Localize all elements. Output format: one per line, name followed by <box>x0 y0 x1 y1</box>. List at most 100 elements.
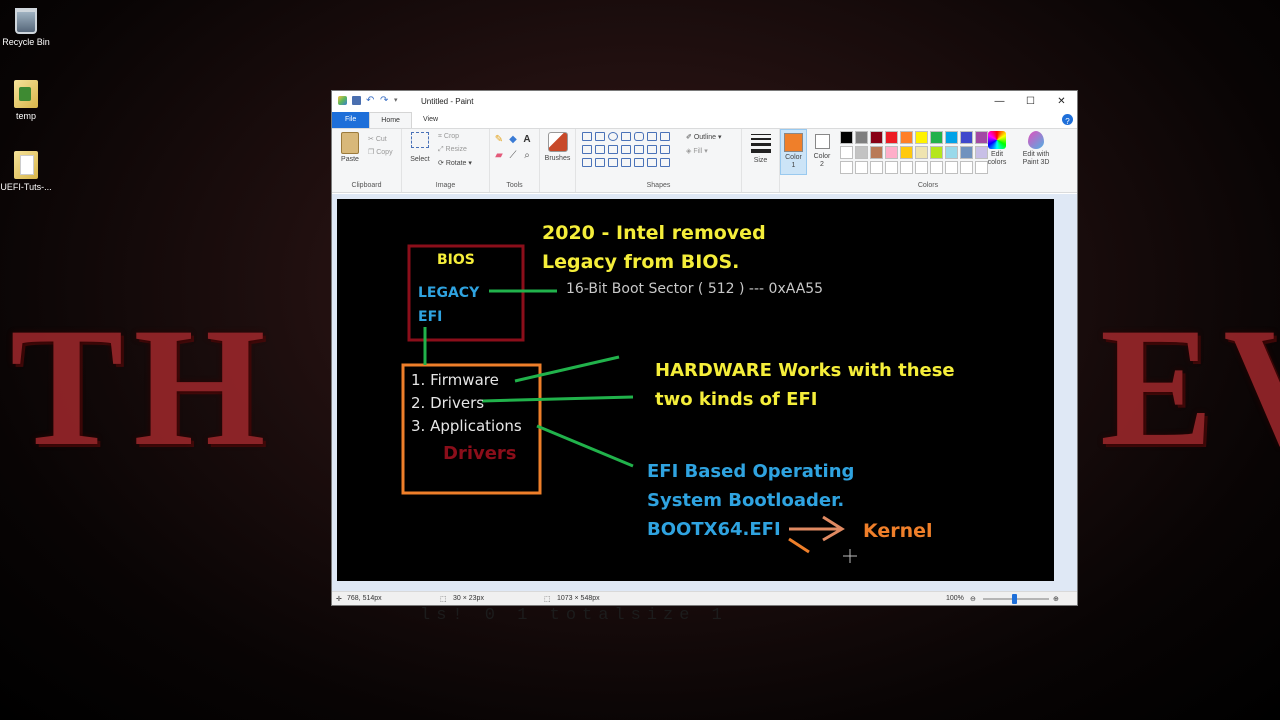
palette-swatch[interactable] <box>870 161 883 174</box>
shape-curve-icon[interactable] <box>595 132 605 141</box>
cursor-crosshair-icon <box>843 549 857 563</box>
palette-swatch[interactable] <box>870 146 883 159</box>
rotate-button[interactable]: ⟳ Rotate ▾ <box>438 159 472 167</box>
shape-arrow-right-icon[interactable] <box>634 145 644 154</box>
palette-swatch[interactable] <box>915 146 928 159</box>
close-button[interactable]: ✕ <box>1046 91 1077 112</box>
palette-swatch[interactable] <box>945 161 958 174</box>
palette-swatch[interactable] <box>855 131 868 144</box>
zoom-in-button[interactable]: ⊕ <box>1053 595 1059 603</box>
palette-swatch[interactable] <box>960 146 973 159</box>
shape-star5-icon[interactable] <box>608 158 618 167</box>
palette-swatch[interactable] <box>855 161 868 174</box>
image-group-label: Image <box>435 182 456 189</box>
palette-swatch[interactable] <box>930 146 943 159</box>
select-button[interactable]: Select <box>409 132 431 163</box>
shape-rounded-rectangle-icon[interactable] <box>634 132 644 141</box>
palette-swatch[interactable] <box>840 161 853 174</box>
save-icon[interactable] <box>352 96 361 105</box>
palette-swatch[interactable] <box>900 161 913 174</box>
shape-star6-icon[interactable] <box>621 158 631 167</box>
zoom-slider-thumb[interactable] <box>1012 594 1017 604</box>
palette-swatch[interactable] <box>930 131 943 144</box>
shape-triangle-icon[interactable] <box>660 132 670 141</box>
folder-icon <box>14 80 38 108</box>
palette-swatch[interactable] <box>885 131 898 144</box>
palette-swatch[interactable] <box>870 131 883 144</box>
maximize-button[interactable]: ☐ <box>1015 91 1046 112</box>
copy-button[interactable]: ❐ Copy <box>368 148 393 156</box>
edit-colors-button[interactable]: Edit colors <box>983 131 1011 167</box>
brushes-group[interactable]: Brushes <box>540 129 576 192</box>
uefi-tuts-desktop-icon[interactable]: UEFI-Tuts-... <box>0 151 52 192</box>
palette-swatch[interactable] <box>885 161 898 174</box>
text-tool-icon[interactable]: A <box>520 134 534 150</box>
redo-icon[interactable]: ↷ <box>380 96 389 106</box>
tab-view[interactable]: View <box>412 112 449 128</box>
fill-button[interactable]: ◈ Fill ▾ <box>686 147 708 155</box>
customize-toolbar-icon[interactable]: ▾ <box>394 96 403 105</box>
undo-icon[interactable]: ↶ <box>366 96 375 106</box>
palette-swatch[interactable] <box>915 131 928 144</box>
palette-swatch[interactable] <box>960 161 973 174</box>
shape-callout-oval-icon[interactable] <box>647 158 657 167</box>
color-palette <box>840 131 989 175</box>
eraser-icon[interactable]: ▰ <box>492 150 506 166</box>
fill-bucket-icon[interactable]: ◆ <box>506 134 520 150</box>
shape-heart-icon[interactable] <box>660 158 670 167</box>
paste-button[interactable]: Paste <box>339 132 361 163</box>
recycle-bin-desktop-icon[interactable]: Recycle Bin <box>0 8 52 47</box>
color2-button[interactable]: Color 2 <box>809 129 835 175</box>
canvas-area[interactable]: 2020 - Intel removed Legacy from BIOS. B… <box>332 194 1077 591</box>
resize-button[interactable]: ⤢ Resize <box>438 146 467 154</box>
cut-button[interactable]: ✂ Cut <box>368 135 387 143</box>
drawing-canvas[interactable]: 2020 - Intel removed Legacy from BIOS. B… <box>337 199 1054 581</box>
wallpaper-title-left: TH <box>10 293 276 481</box>
shape-polygon-icon[interactable] <box>647 132 657 141</box>
outline-button[interactable]: ✐ Outline ▾ <box>686 133 721 141</box>
zoom-out-button[interactable]: ⊖ <box>970 595 976 603</box>
palette-swatch[interactable] <box>840 146 853 159</box>
palette-swatch[interactable] <box>885 146 898 159</box>
size-group[interactable]: Size <box>742 129 780 192</box>
paint3d-icon <box>1028 131 1044 149</box>
palette-swatch[interactable] <box>855 146 868 159</box>
palette-swatch[interactable] <box>930 161 943 174</box>
palette-swatch[interactable] <box>960 131 973 144</box>
brush-icon <box>548 132 568 152</box>
palette-swatch[interactable] <box>915 161 928 174</box>
status-bar: ✛ 768, 514px ⬚ 30 × 23px ⬚ 1073 × 548px … <box>332 591 1077 605</box>
magnifier-icon[interactable]: ⌕ <box>520 150 534 166</box>
shape-diamond-icon[interactable] <box>595 145 605 154</box>
shape-arrow-up-icon[interactable] <box>660 145 670 154</box>
palette-swatch[interactable] <box>945 131 958 144</box>
shape-line-icon[interactable] <box>582 132 592 141</box>
palette-swatch[interactable] <box>900 146 913 159</box>
crop-button[interactable]: ⌗ Crop <box>438 133 459 141</box>
shape-star4-icon[interactable] <box>595 158 605 167</box>
edit-with-paint3d-button[interactable]: Edit with Paint 3D <box>1016 131 1056 167</box>
tab-file[interactable]: File <box>332 112 370 128</box>
shape-arrow-down-icon[interactable] <box>582 158 592 167</box>
shape-right-triangle-icon[interactable] <box>582 145 592 154</box>
minimize-button[interactable]: — <box>984 91 1015 112</box>
shape-pentagon-icon[interactable] <box>608 145 618 154</box>
shape-rectangle-icon[interactable] <box>621 132 631 141</box>
help-icon[interactable]: ? <box>1062 114 1073 126</box>
shape-callout-rect-icon[interactable] <box>634 158 644 167</box>
cursor-position: 768, 514px <box>347 595 382 602</box>
pencil-icon[interactable]: ✎ <box>492 134 506 150</box>
paint-app-icon[interactable] <box>338 96 347 105</box>
temp-desktop-icon[interactable]: temp <box>0 80 52 121</box>
shape-hexagon-icon[interactable] <box>621 145 631 154</box>
palette-swatch[interactable] <box>945 146 958 159</box>
shape-oval-icon[interactable] <box>608 132 618 141</box>
color-picker-icon[interactable]: ⟋ <box>506 150 520 166</box>
bios-label: BIOS <box>437 252 475 268</box>
desktop-icon-label: UEFI-Tuts-... <box>0 182 52 192</box>
color1-button[interactable]: Color 1 <box>780 129 807 175</box>
tab-home[interactable]: Home <box>369 112 412 128</box>
shape-arrow-left-icon[interactable] <box>647 145 657 154</box>
palette-swatch[interactable] <box>840 131 853 144</box>
palette-swatch[interactable] <box>900 131 913 144</box>
